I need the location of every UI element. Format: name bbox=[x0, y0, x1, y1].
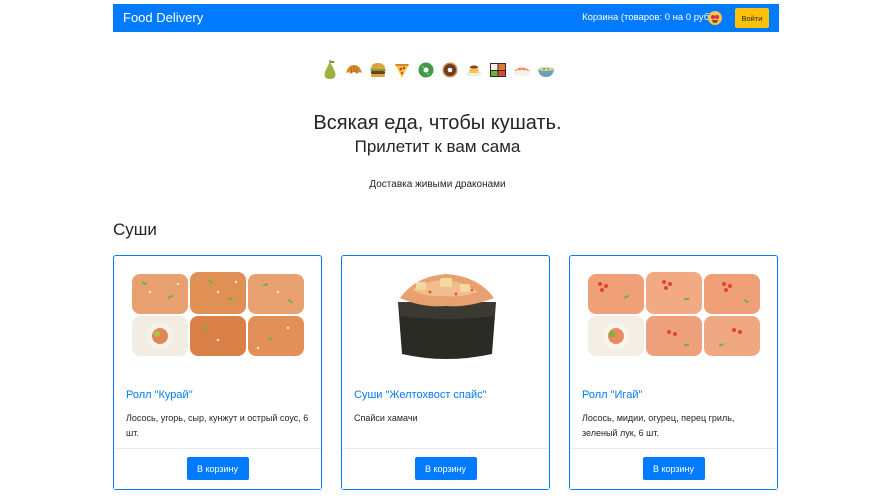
product-card: Ролл "Курай" Лосось, угорь, сыр, кунжут … bbox=[113, 255, 322, 490]
card-footer: В корзину bbox=[114, 448, 321, 489]
add-to-cart-button[interactable]: В корзину bbox=[414, 457, 477, 480]
sushi-yellowtail-image bbox=[356, 268, 536, 364]
product-title[interactable]: Суши "Желтохвост спайс" bbox=[354, 389, 487, 402]
roll-igai-image bbox=[584, 268, 764, 364]
hero-subtitle: Прилетит к вам сама bbox=[354, 137, 521, 156]
login-button[interactable]: Войти bbox=[735, 8, 769, 28]
product-description: Лосось, угорь, сыр, кунжут и острый соус… bbox=[126, 413, 309, 438]
heart-eyes-emoji-icon bbox=[708, 11, 722, 25]
roll-kurai-image bbox=[128, 268, 308, 364]
croissant-icon bbox=[344, 59, 364, 81]
card-footer: В корзину bbox=[570, 448, 777, 489]
pizza-icon bbox=[392, 59, 412, 81]
sushi-icon bbox=[512, 59, 532, 81]
navbar: Food Delivery Корзина (товаров: 0 на 0 р… bbox=[113, 4, 779, 32]
hero-title: Всякая еда, чтобы кушать. bbox=[313, 112, 562, 134]
product-card: Ролл "Игай" Лосось, мидии, огурец, перец… bbox=[569, 255, 778, 490]
food-icons-row bbox=[0, 59, 875, 81]
soup-icon bbox=[536, 59, 556, 81]
pear-icon bbox=[320, 59, 340, 81]
custard-icon bbox=[464, 59, 484, 81]
card-footer: В корзину bbox=[342, 448, 549, 489]
brand-link[interactable]: Food Delivery bbox=[123, 11, 203, 25]
hero-tagline: Доставка живыми драконами bbox=[369, 179, 506, 190]
add-to-cart-button[interactable]: В корзину bbox=[642, 457, 705, 480]
product-title[interactable]: Ролл "Игай" bbox=[582, 389, 642, 402]
bento-icon bbox=[488, 59, 508, 81]
product-description: Лосось, мидии, огурец, перец гриль, зеле… bbox=[582, 413, 735, 438]
section-title: Суши bbox=[113, 220, 157, 239]
product-card: Суши "Желтохвост спайс" Спайси хамачи В … bbox=[341, 255, 550, 490]
hamburger-icon bbox=[368, 59, 388, 81]
product-description: Спайси хамачи bbox=[354, 413, 418, 423]
donut-icon bbox=[440, 59, 460, 81]
green-donut-icon bbox=[416, 59, 436, 81]
product-title[interactable]: Ролл "Курай" bbox=[126, 389, 193, 402]
cart-summary[interactable]: Корзина (товаров: 0 на 0 руб.) bbox=[582, 13, 715, 23]
add-to-cart-button[interactable]: В корзину bbox=[186, 457, 249, 480]
